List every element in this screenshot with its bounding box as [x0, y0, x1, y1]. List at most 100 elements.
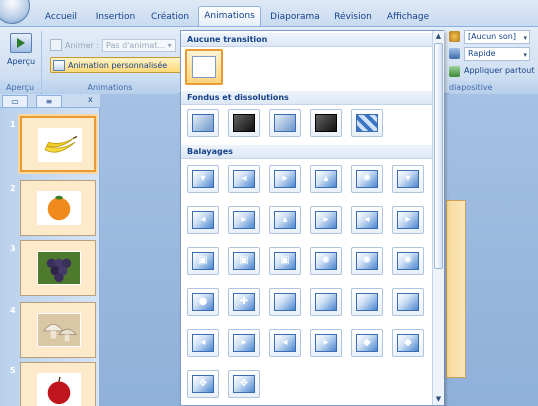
scroll-down-arrow-icon[interactable]: ▼ [433, 394, 444, 405]
transition-fade-through-black[interactable] [228, 109, 260, 137]
transition-cover-down-left[interactable]: ◂ [351, 206, 383, 234]
custom-animation-icon [53, 59, 65, 71]
transition-wipe-down[interactable]: ▾ [187, 165, 219, 193]
shape-diamond-in-icon: ◆ [397, 334, 419, 352]
slide-thumbnail-3[interactable] [20, 240, 96, 296]
tab-affichage[interactable]: Affichage [380, 9, 436, 26]
section-header-none: Aucune transition [181, 33, 433, 47]
section-header-wipes: Balayages [181, 145, 433, 159]
cut-icon [274, 114, 296, 132]
cut-through-black-icon [315, 114, 337, 132]
transition-sound-dropdown[interactable]: [Aucun son] ▾ [464, 30, 530, 44]
transition-shape-diamond[interactable]: ◆ [351, 329, 383, 357]
transition-box-expand[interactable]: ▣ [269, 247, 301, 275]
chevron-down-icon: ▾ [523, 34, 527, 42]
transition-box-in[interactable]: ▣ [187, 247, 219, 275]
transition-wipe-right[interactable]: ▸ [269, 165, 301, 193]
split-vertical-in-icon [356, 293, 378, 311]
slide-number: 3 [10, 244, 16, 253]
no-transition-option[interactable] [185, 49, 223, 85]
transition-push-left[interactable]: ◂ [187, 206, 219, 234]
transition-gallery: Aucune transition Fondus et dissolutions… [180, 30, 444, 406]
transition-zoom-and-rotate[interactable]: ✥ [228, 370, 260, 398]
close-icon[interactable]: x [88, 95, 93, 104]
tab-outline[interactable]: ≡ [36, 95, 62, 107]
apercu-button-label[interactable]: Aperçu [2, 57, 40, 66]
box-out-icon: ▣ [233, 252, 255, 270]
transition-split-vertical-out[interactable] [392, 288, 424, 316]
transition-strips-right-down[interactable]: ▸ [228, 329, 260, 357]
gallery-scrollbar[interactable]: ▲ ▼ [432, 31, 444, 405]
transition-dissolve[interactable] [351, 109, 383, 137]
strips-right-up-icon: ▸ [315, 334, 337, 352]
push-right-icon: ▸ [233, 211, 255, 229]
current-slide-canvas[interactable] [446, 200, 466, 378]
tab-diaporama[interactable]: Diaporama [264, 9, 326, 26]
tab-insertion[interactable]: Insertion [88, 9, 143, 26]
cover-down-right-icon: ▸ [397, 211, 419, 229]
custom-animation-button[interactable]: Animation personnalisée [50, 57, 184, 73]
transition-uncover-up[interactable]: ▴ [269, 206, 301, 234]
tab-creation[interactable]: Création [145, 9, 195, 26]
apply-all-icon [449, 66, 460, 77]
transition-uncover-up-right[interactable]: ▸ [310, 206, 342, 234]
strips-left-down-icon: ◂ [192, 334, 214, 352]
slide-thumbnail-5[interactable] [20, 362, 96, 406]
animer-dropdown[interactable]: Pas d'animat... ▾ [102, 38, 176, 52]
transition-box-out[interactable]: ▣ [228, 247, 260, 275]
transition-split-horizontal-in[interactable] [269, 288, 301, 316]
slide-thumbnail-1[interactable] [20, 116, 96, 172]
scrollbar-thumb[interactable] [434, 43, 443, 269]
transition-zoom-in[interactable]: ✥ [187, 370, 219, 398]
transition-wheel-4[interactable]: ✺ [351, 165, 383, 193]
slide-thumbnail-2[interactable] [20, 180, 96, 236]
shape-diamond-icon: ◆ [356, 334, 378, 352]
transition-wipe-left[interactable]: ◂ [228, 165, 260, 193]
transition-wipe-up[interactable]: ▴ [310, 165, 342, 193]
apply-all-button[interactable]: Appliquer partout [464, 66, 534, 75]
tab-slides[interactable]: ▭ [2, 95, 28, 107]
tab-animations[interactable]: Animations [198, 6, 261, 27]
shape-plus-icon: ✚ [233, 293, 255, 311]
transition-shape-plus[interactable]: ✚ [228, 288, 260, 316]
transition-speed-dropdown[interactable]: Rapide ▾ [464, 47, 530, 61]
slide-number: 1 [10, 120, 16, 129]
split-horizontal-out-icon [315, 293, 337, 311]
wheel-4-icon: ✺ [356, 170, 378, 188]
transition-wheel-8[interactable]: ✺ [392, 247, 424, 275]
transition-cut-through-black[interactable] [310, 109, 342, 137]
transition-strips-left-down[interactable]: ◂ [187, 329, 219, 357]
play-preview-icon[interactable] [10, 33, 32, 53]
speed-icon [449, 48, 460, 59]
mushrooms-image [37, 313, 81, 347]
scroll-up-arrow-icon[interactable]: ▲ [433, 31, 444, 42]
box-in-icon: ▣ [192, 252, 214, 270]
tab-accueil[interactable]: Accueil [36, 9, 86, 26]
slide-thumbnail-4[interactable] [20, 302, 96, 358]
transition-strips-right-up[interactable]: ▸ [310, 329, 342, 357]
transition-speed-value: Rapide [468, 49, 496, 58]
transition-strips-left-up[interactable]: ◂ [269, 329, 301, 357]
transition-shape-diamond-in[interactable]: ◆ [392, 329, 424, 357]
transition-split-horizontal-out[interactable] [310, 288, 342, 316]
push-left-icon: ◂ [192, 211, 214, 229]
clock-wedge-icon: ✺ [315, 252, 337, 270]
transition-shape-circle[interactable]: ● [187, 288, 219, 316]
transition-fade-smooth[interactable] [187, 109, 219, 137]
transition-wheel-down[interactable]: ▾ [392, 165, 424, 193]
shape-circle-icon: ● [192, 293, 214, 311]
chevron-down-icon: ▾ [167, 40, 172, 50]
transition-cover-down-right[interactable]: ▸ [392, 206, 424, 234]
zoom-in-icon: ✥ [192, 375, 214, 393]
transition-cut[interactable] [269, 109, 301, 137]
office-button[interactable] [0, 0, 30, 24]
transition-clock-wheel[interactable]: ✺ [351, 247, 383, 275]
section-header-fades: Fondus et dissolutions [181, 91, 433, 105]
transition-split-vertical-in[interactable] [351, 288, 383, 316]
transition-push-right[interactable]: ▸ [228, 206, 260, 234]
wheel-8-icon: ✺ [397, 252, 419, 270]
animer-label: Animer : [65, 40, 100, 50]
tab-revision[interactable]: Révision [330, 9, 376, 26]
transition-clock-wedge[interactable]: ✺ [310, 247, 342, 275]
slide-number: 4 [10, 306, 16, 315]
